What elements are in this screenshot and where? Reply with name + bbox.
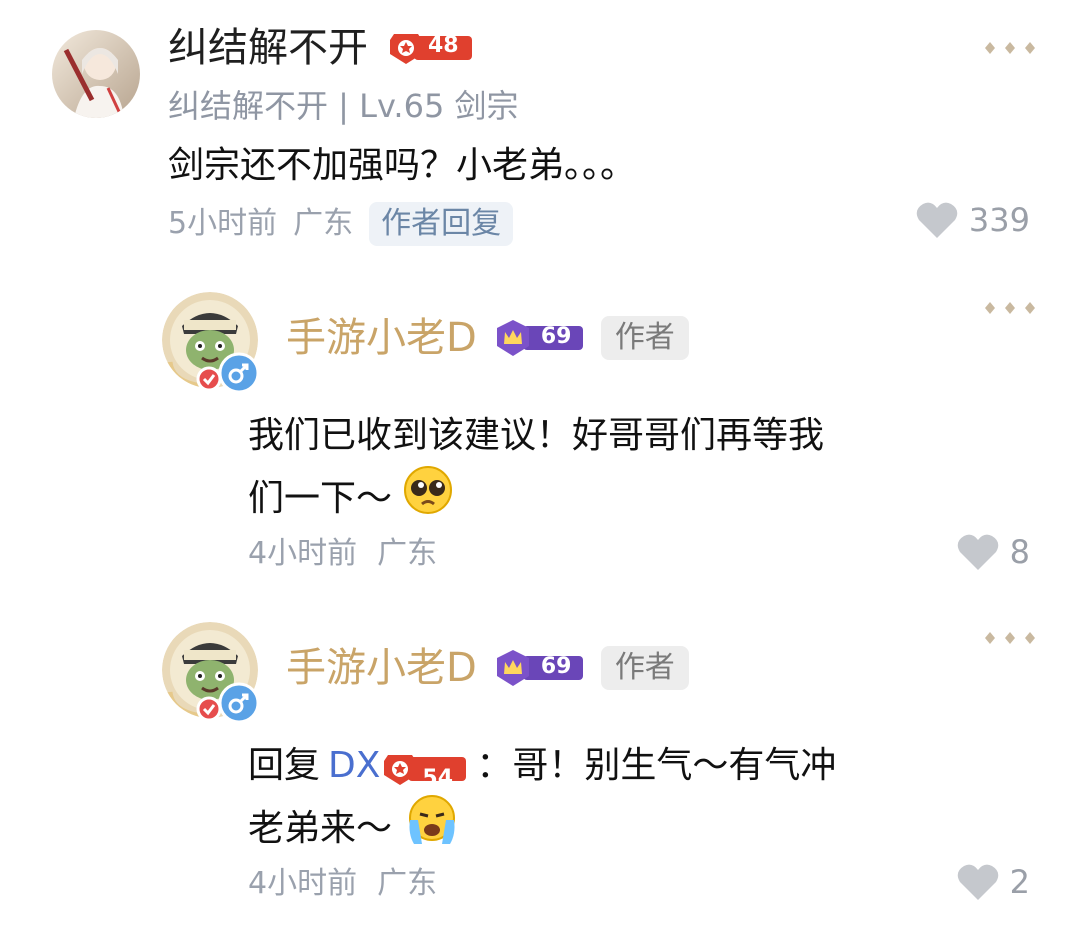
like-count: 8 [1009, 533, 1030, 571]
reply-time: 4小时前 [248, 536, 358, 571]
more-options-icon[interactable] [984, 630, 1036, 644]
author-label: 作者 [600, 646, 689, 690]
vip-level-number: 69 [540, 654, 572, 679]
like-button[interactable]: 2 [956, 862, 1030, 902]
comment-time: 5小时前 [168, 206, 278, 241]
more-options-icon[interactable] [984, 300, 1036, 314]
crying-face-emoji [404, 794, 460, 863]
level-badge: 54 [382, 748, 468, 791]
level-badge: 48 [388, 30, 474, 66]
vip-level-badge: 69 [493, 648, 585, 688]
reply-text-line2: 们一下～ [248, 477, 393, 519]
author-label: 作者 [600, 316, 689, 360]
reply-time: 4小时前 [248, 866, 358, 901]
comment-text: 剑宗还不加强吗？小老弟。。。 [168, 145, 637, 186]
reply-prefix: 回复 [248, 745, 321, 786]
male-gender-icon [218, 682, 260, 728]
reply-username[interactable]: 手游小老D [286, 314, 477, 362]
reply-region: 广东 [377, 866, 438, 901]
vip-level-badge: 69 [493, 318, 585, 358]
like-button[interactable]: 339 [915, 200, 1030, 240]
reply-region: 广东 [377, 536, 438, 571]
reply-text-line2: 老弟来～ [248, 807, 393, 849]
comment-region: 广东 [293, 206, 354, 241]
pleading-face-emoji [402, 464, 454, 533]
heart-icon [957, 534, 998, 570]
like-count: 2 [1009, 863, 1030, 901]
reply-username[interactable]: 手游小老D [286, 644, 477, 692]
like-button[interactable]: 8 [956, 532, 1030, 572]
like-count: 339 [968, 201, 1030, 239]
male-gender-icon [218, 352, 260, 398]
reply-text-line1: 我们已收到该建议！好哥哥们再等我 [248, 415, 825, 456]
level-badge-number: 48 [428, 33, 459, 58]
heart-icon [957, 864, 998, 900]
vip-level-number: 69 [540, 324, 572, 349]
user-avatar[interactable] [52, 30, 140, 118]
reply-text-line1: ：哥！别生气～有气冲 [476, 745, 837, 786]
comment-username[interactable]: 纠结解不开 [168, 24, 368, 72]
comment-subline: 纠结解不开 | Lv.65 剑宗 [168, 87, 519, 125]
reply-target-link[interactable]: DX [328, 738, 380, 794]
more-options-icon[interactable] [984, 40, 1036, 54]
heart-icon [916, 202, 958, 238]
author-reply-tag: 作者回复 [369, 202, 514, 246]
